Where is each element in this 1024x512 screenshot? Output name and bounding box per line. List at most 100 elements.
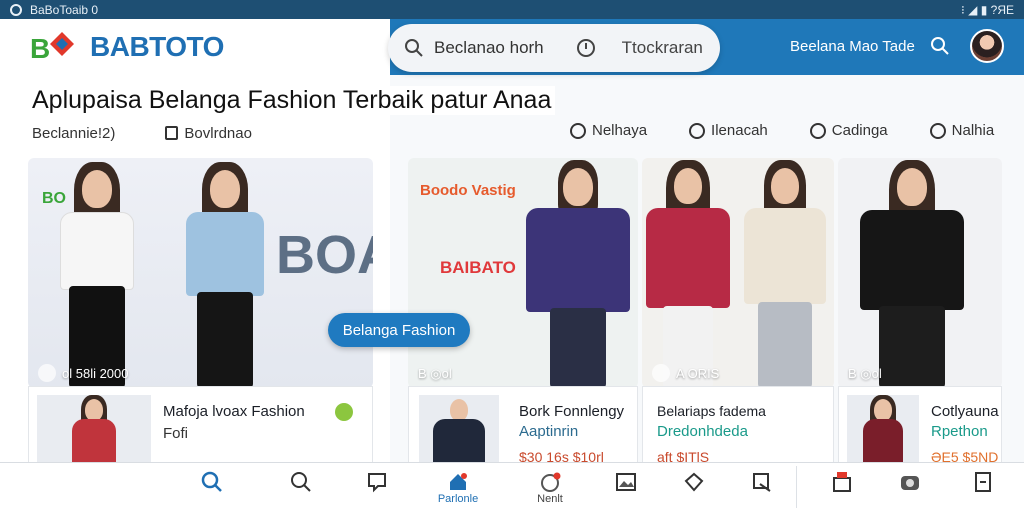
subnav-right: Nelhaya Ilenacah Cadinga Nalhia — [570, 122, 994, 139]
card-meta: B ◎ol — [848, 366, 882, 382]
hero-card[interactable]: Boodo Vastig BAIBATO B ◎ol — [408, 158, 638, 388]
status-bar: BaBoToaib 0 ⁝ ◢ ▮ ?ЯE — [0, 0, 1024, 19]
model-image — [738, 160, 832, 388]
search-bar[interactable]: Beclanao horh Ttockraran — [388, 24, 720, 72]
badge-icon — [38, 364, 56, 382]
subnav-right-item[interactable]: Nalhia — [929, 122, 995, 139]
gallery-icon — [616, 473, 636, 491]
card-meta: ol 58li 2000 — [38, 364, 129, 382]
chat-icon — [165, 126, 179, 140]
product-subtitle: Fofi — [163, 425, 189, 442]
logo[interactable]: B BABTOTO — [30, 28, 224, 66]
model-image — [852, 160, 972, 388]
badge-icon — [652, 364, 670, 382]
model-image — [42, 162, 152, 388]
card-meta-text: A ORIS — [676, 365, 720, 381]
message-icon — [368, 473, 386, 493]
product-thumb — [419, 395, 499, 467]
product-card[interactable]: Belariaps fadema Dredonhdeda aft $ITlS — [642, 386, 834, 466]
card-meta: A ORIS — [652, 364, 719, 382]
hero-card[interactable]: A ORIS — [642, 158, 834, 388]
hero-card[interactable]: B ◎ol — [838, 158, 1002, 388]
product-title: Bork Fonnlengy — [519, 403, 625, 420]
product-subtitle: Dredonhdeda — [657, 423, 748, 440]
model-image — [642, 160, 734, 388]
avatar[interactable] — [970, 29, 1004, 63]
subnav-right-item[interactable]: Nelhaya — [570, 122, 647, 139]
status-badge — [335, 403, 353, 421]
subnav-label: Ilenacah — [711, 122, 768, 139]
product-title: Cotlyauna — [931, 403, 999, 420]
card-meta-text: B ◎ol — [418, 366, 452, 381]
profile-icon — [809, 122, 826, 139]
search-icon — [201, 471, 222, 492]
subnav-label: Nelhaya — [592, 122, 648, 139]
subnav-left: Beclannie!2) Bovlrdnao — [32, 125, 252, 142]
product-title: Belariaps fadema — [657, 403, 766, 419]
person-icon — [929, 122, 946, 139]
logo-mark-icon: B — [30, 28, 84, 66]
nav-exit[interactable] — [963, 471, 1003, 493]
cart-icon — [541, 472, 561, 492]
header-link[interactable]: Beelana Mao Tade — [790, 38, 915, 55]
clock-icon — [576, 39, 595, 57]
product-subtitle: Rpethon — [931, 423, 988, 440]
subnav-item-label: Beclannie!2) — [32, 125, 116, 142]
card-meta: B ◎ol — [418, 366, 452, 382]
nav-edit[interactable] — [742, 471, 782, 493]
exit-icon — [975, 472, 991, 492]
nav-label: Parlonle — [437, 493, 479, 505]
nav-search-2[interactable] — [281, 471, 321, 493]
clock-icon — [570, 122, 586, 139]
product-title: Mafoja lvoax Fashion — [163, 403, 305, 420]
search-placeholder[interactable]: Ttockraran — [622, 38, 703, 58]
header-search-icon[interactable] — [930, 36, 950, 56]
product-card[interactable]: Mafoja lvoax Fashion Fofi — [28, 386, 373, 467]
app-icon — [10, 3, 22, 16]
bottom-nav: Parlonle Nenlt — [0, 462, 1024, 512]
subnav-item-1[interactable]: Beclannie!2) — [32, 125, 115, 142]
nav-share[interactable] — [674, 471, 714, 493]
camera-icon — [901, 476, 919, 490]
search-icon — [405, 39, 423, 57]
nav-camera[interactable] — [890, 471, 930, 493]
logo-text: BABTOTO — [90, 31, 224, 62]
subnav-right-item[interactable]: Cadinga — [809, 122, 888, 139]
search-input[interactable]: Beclanao horh — [434, 38, 544, 58]
subnav-label: Nalhia — [951, 122, 995, 139]
nav-cart[interactable]: Nenlt — [530, 471, 570, 505]
hero-card-main[interactable]: BOA BO ol 58li 2000 — [28, 158, 373, 388]
subnav-item-2[interactable]: Bovlrdnao — [165, 125, 252, 142]
brand-text: Boodo Vastig — [420, 182, 516, 199]
watermark-text: BOA — [276, 225, 373, 285]
nav-label: Nenlt — [537, 493, 563, 505]
subnav-label: Cadinga — [831, 122, 888, 139]
status-indicators: ⁝ ◢ ▮ ?ЯE — [961, 2, 1014, 17]
bag-icon — [833, 472, 851, 492]
page-title: Aplupaisa Belanga Fashion Terbaik patur … — [32, 86, 556, 115]
subnav-right-item[interactable]: Ilenacah — [689, 122, 768, 139]
product-thumb — [847, 395, 919, 467]
card-meta-text: ol 58li 2000 — [62, 365, 129, 381]
home-icon — [450, 473, 467, 490]
model-image — [170, 162, 280, 388]
nav-home[interactable]: Parlonle — [438, 471, 478, 505]
nav-message[interactable] — [357, 471, 397, 493]
svg-text:B: B — [30, 33, 50, 64]
product-thumb — [37, 395, 151, 467]
nav-gallery[interactable] — [606, 471, 646, 493]
search-icon — [291, 472, 311, 492]
model-image — [518, 160, 638, 388]
status-left-text: BaBoToaib 0 — [30, 2, 99, 17]
nav-divider — [796, 466, 797, 508]
user-icon — [689, 122, 706, 139]
belanga-fashion-button[interactable]: Belanga Fashion — [328, 313, 470, 347]
product-subtitle: Aaptinrin — [519, 423, 579, 440]
product-card[interactable]: Cotlyauna Rpethon ƏE5 $5ND — [838, 386, 1002, 467]
subnav-item-label: Bovlrdnao — [184, 125, 252, 142]
share-icon — [684, 472, 704, 492]
nav-search[interactable] — [192, 471, 232, 493]
product-card[interactable]: Bork Fonnlengy Aaptinrin $30 16s $10rl — [408, 386, 638, 467]
nav-bag[interactable] — [822, 471, 862, 493]
edit-icon — [753, 473, 771, 492]
